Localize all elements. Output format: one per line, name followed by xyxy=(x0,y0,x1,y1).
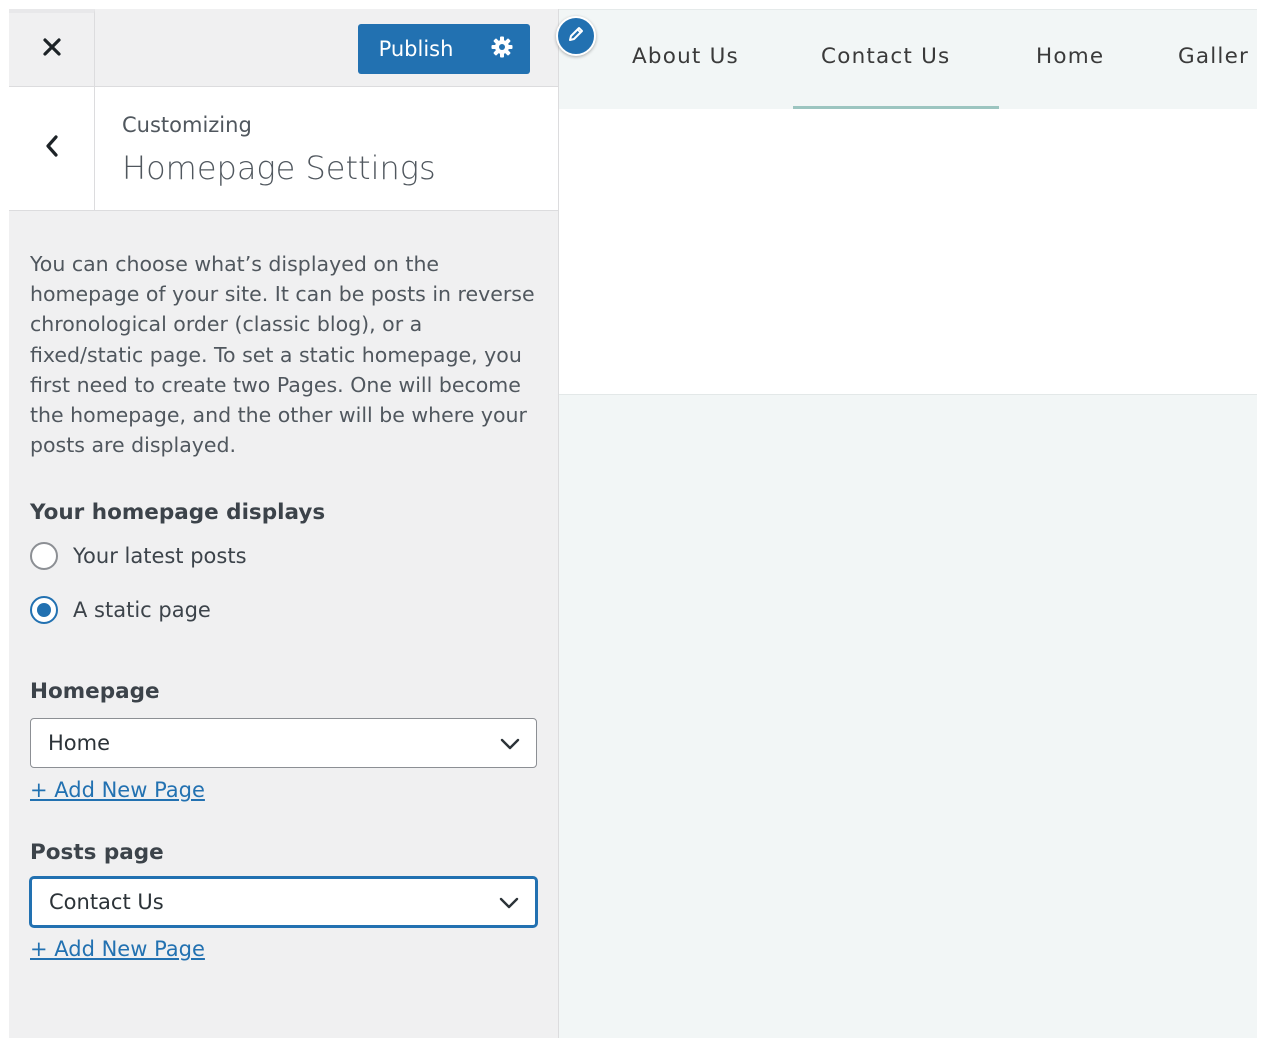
preview-nav: About Us Contact Us Home Galler xyxy=(559,9,1257,109)
homepage-displays-title: Your homepage displays xyxy=(30,500,326,526)
posts-page-select-value: Contact Us xyxy=(49,890,164,915)
edit-shortcut-button[interactable] xyxy=(556,16,596,56)
nav-item-contact-us[interactable]: Contact Us xyxy=(821,44,950,69)
homepage-select-title: Homepage xyxy=(30,679,160,705)
customizer-topbar: Publish xyxy=(9,9,558,87)
radio-label: A static page xyxy=(73,598,211,623)
section-description: You can choose what’s displayed on the h… xyxy=(30,252,535,458)
gear-icon xyxy=(490,35,514,64)
section-content: You can choose what’s displayed on the h… xyxy=(30,249,540,961)
chevron-down-icon xyxy=(500,731,520,755)
publish-button-group: Publish xyxy=(358,24,530,74)
nav-item-home[interactable]: Home xyxy=(1036,44,1104,69)
publish-settings-button[interactable] xyxy=(474,24,530,74)
radio-latest-posts[interactable]: Your latest posts xyxy=(30,542,540,571)
back-button[interactable] xyxy=(9,87,95,210)
chevron-down-icon xyxy=(499,890,519,914)
radio-button[interactable] xyxy=(30,542,58,571)
close-button[interactable] xyxy=(9,9,95,86)
radio-static-page[interactable]: A static page xyxy=(30,596,540,625)
add-new-page-link[interactable]: + Add New Page xyxy=(30,937,205,961)
add-new-page-link[interactable]: + Add New Page xyxy=(30,778,205,802)
close-icon xyxy=(42,37,62,62)
posts-page-select[interactable]: Contact Us xyxy=(30,877,537,928)
publish-button[interactable]: Publish xyxy=(358,24,474,74)
section-header: Customizing Homepage Settings xyxy=(9,87,558,211)
preview-content-area xyxy=(559,109,1257,395)
radio-button-checked[interactable] xyxy=(30,596,58,625)
homepage-select-value: Home xyxy=(48,731,111,756)
pencil-icon xyxy=(566,24,586,49)
section-title: Homepage Settings xyxy=(122,149,436,187)
radio-label: Your latest posts xyxy=(73,544,247,569)
posts-page-select-title: Posts page xyxy=(30,840,164,866)
customizer-sidebar: Publish Customizing Homepage Settings Yo… xyxy=(9,9,559,1038)
customizing-label: Customizing xyxy=(122,113,252,137)
homepage-select[interactable]: Home xyxy=(30,718,537,769)
nav-item-about-us[interactable]: About Us xyxy=(632,44,739,69)
chevron-left-icon xyxy=(44,134,60,163)
nav-item-gallery[interactable]: Galler xyxy=(1178,44,1249,69)
site-preview: About Us Contact Us Home Galler xyxy=(559,9,1257,1038)
